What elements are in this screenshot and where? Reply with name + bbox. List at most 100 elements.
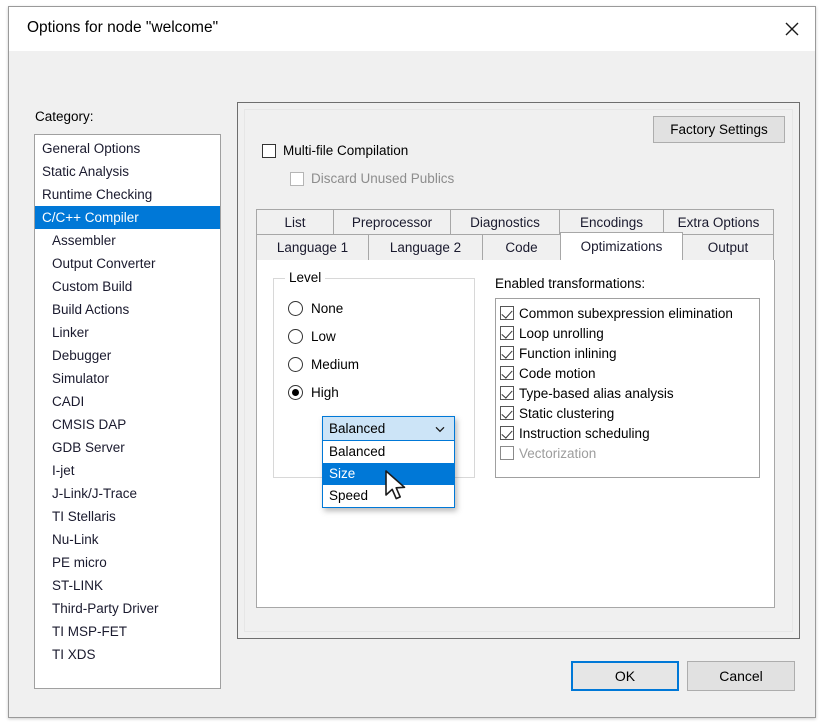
tab-row-1: ListPreprocessorDiagnosticsEncodingsExtr…: [256, 209, 773, 235]
category-item[interactable]: Build Actions: [35, 298, 220, 321]
transformation-label: Function inlining: [519, 346, 617, 361]
level-radio-medium[interactable]: Medium: [288, 357, 359, 372]
category-item[interactable]: Runtime Checking: [35, 183, 220, 206]
options-dialog: Options for node "welcome" Category: Gen…: [8, 6, 816, 718]
optimization-strategy-combobox[interactable]: Balanced BalancedSizeSpeed: [322, 416, 455, 508]
category-item[interactable]: TI Stellaris: [35, 505, 220, 528]
transformation-label: Vectorization: [519, 446, 596, 461]
tab-row-2: Language 1Language 2CodeOptimizationsOut…: [256, 234, 773, 260]
tab-diagnostics[interactable]: Diagnostics: [450, 209, 560, 235]
ok-button[interactable]: OK: [571, 661, 679, 691]
category-item[interactable]: Custom Build: [35, 275, 220, 298]
category-item[interactable]: Static Analysis: [35, 160, 220, 183]
checkbox-box: [500, 426, 514, 440]
transformation-item[interactable]: Type-based alias analysis: [500, 383, 759, 403]
tab-strip: ListPreprocessorDiagnosticsEncodingsExtr…: [256, 209, 775, 261]
combobox-option[interactable]: Size: [323, 463, 454, 485]
radio-label: High: [311, 385, 339, 400]
settings-panel: Factory Settings Multi-file Compilation …: [237, 102, 800, 639]
checkbox-box: [290, 172, 304, 186]
transformation-label: Instruction scheduling: [519, 426, 650, 441]
transformation-label: Type-based alias analysis: [519, 386, 674, 401]
level-radio-high[interactable]: High: [288, 385, 339, 400]
category-item[interactable]: CMSIS DAP: [35, 413, 220, 436]
transformation-item[interactable]: Loop unrolling: [500, 323, 759, 343]
level-radio-none[interactable]: None: [288, 301, 343, 316]
category-label: Category:: [35, 109, 94, 124]
factory-settings-button[interactable]: Factory Settings: [653, 116, 785, 143]
checkbox-box: [500, 386, 514, 400]
category-item[interactable]: PE micro: [35, 551, 220, 574]
category-item[interactable]: General Options: [35, 137, 220, 160]
combobox-option-list[interactable]: BalancedSizeSpeed: [322, 441, 455, 508]
dialog-title: Options for node "welcome": [27, 19, 218, 37]
discard-unused-publics-label: Discard Unused Publics: [311, 171, 454, 186]
multi-file-compilation-label: Multi-file Compilation: [283, 143, 408, 158]
enabled-transformations-list[interactable]: Common subexpression elimination Loop unr…: [495, 298, 760, 478]
close-button[interactable]: [769, 7, 815, 51]
combobox-selected-value: Balanced: [329, 421, 385, 436]
optimizations-tab-page: Level NoneLowMediumHigh ints Balanced Ba…: [256, 260, 775, 608]
checkbox-box: [500, 306, 514, 320]
radio-button-indicator: [288, 357, 303, 372]
tab-code[interactable]: Code: [482, 234, 561, 260]
radio-button-indicator: [288, 385, 303, 400]
category-item[interactable]: Linker: [35, 321, 220, 344]
checkbox-box: [500, 366, 514, 380]
close-icon: [784, 21, 800, 37]
transformation-item: Vectorization: [500, 443, 759, 463]
combobox-option[interactable]: Balanced: [323, 441, 454, 463]
tab-list[interactable]: List: [256, 209, 334, 235]
transformation-label: Static clustering: [519, 406, 614, 421]
transformation-label: Common subexpression elimination: [519, 306, 733, 321]
category-item[interactable]: TI MSP-FET: [35, 620, 220, 643]
enabled-transformations-label: Enabled transformations:: [495, 276, 645, 291]
tab-optimizations[interactable]: Optimizations: [560, 232, 683, 260]
category-item[interactable]: Debugger: [35, 344, 220, 367]
category-item[interactable]: Third-Party Driver: [35, 597, 220, 620]
level-groupbox: Level NoneLowMediumHigh ints Balanced Ba…: [273, 278, 475, 478]
category-item[interactable]: J-Link/J-Trace: [35, 482, 220, 505]
checkbox-box: [262, 144, 276, 158]
radio-label: Medium: [311, 357, 359, 372]
category-item[interactable]: ST-LINK: [35, 574, 220, 597]
title-bar: Options for node "welcome": [9, 7, 815, 51]
category-item[interactable]: GDB Server: [35, 436, 220, 459]
category-item[interactable]: CADI: [35, 390, 220, 413]
transformation-item[interactable]: Common subexpression elimination: [500, 303, 759, 323]
category-item[interactable]: C/C++ Compiler: [35, 206, 220, 229]
cancel-button[interactable]: Cancel: [687, 661, 795, 691]
transformation-item[interactable]: Static clustering: [500, 403, 759, 423]
category-item[interactable]: Nu-Link: [35, 528, 220, 551]
checkbox-box: [500, 446, 514, 460]
transformation-item[interactable]: Function inlining: [500, 343, 759, 363]
transformation-item[interactable]: Code motion: [500, 363, 759, 383]
level-groupbox-title: Level: [285, 270, 325, 285]
category-item[interactable]: I-jet: [35, 459, 220, 482]
tab-language-1[interactable]: Language 1: [256, 234, 369, 260]
tab-language-2[interactable]: Language 2: [368, 234, 483, 260]
category-item[interactable]: Simulator: [35, 367, 220, 390]
category-item[interactable]: Output Converter: [35, 252, 220, 275]
category-item[interactable]: TI XDS: [35, 643, 220, 666]
radio-button-indicator: [288, 329, 303, 344]
transformation-label: Loop unrolling: [519, 326, 604, 341]
radio-button-indicator: [288, 301, 303, 316]
tab-preprocessor[interactable]: Preprocessor: [333, 209, 451, 235]
combobox-option[interactable]: Speed: [323, 485, 454, 507]
radio-label: None: [311, 301, 343, 316]
transformation-label: Code motion: [519, 366, 596, 381]
checkbox-box: [500, 406, 514, 420]
checkbox-box: [500, 326, 514, 340]
checkbox-box: [500, 346, 514, 360]
category-list[interactable]: General OptionsStatic AnalysisRuntime Ch…: [34, 134, 221, 689]
chevron-down-icon: [434, 423, 446, 435]
category-item[interactable]: Assembler: [35, 229, 220, 252]
discard-unused-publics-checkbox: Discard Unused Publics: [290, 171, 454, 186]
level-radio-low[interactable]: Low: [288, 329, 336, 344]
multi-file-compilation-checkbox[interactable]: Multi-file Compilation: [262, 143, 408, 158]
radio-label: Low: [311, 329, 336, 344]
tab-output[interactable]: Output: [682, 234, 774, 260]
combobox-head[interactable]: Balanced: [322, 416, 455, 441]
transformation-item[interactable]: Instruction scheduling: [500, 423, 759, 443]
